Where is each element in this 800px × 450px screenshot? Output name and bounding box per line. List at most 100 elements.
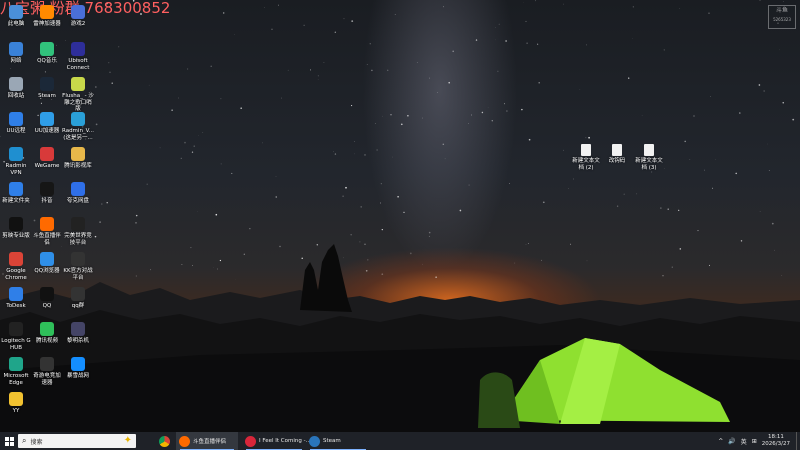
taskbar-app-steam[interactable]: Steam	[306, 432, 370, 450]
tray-overflow-chevron[interactable]: ^	[718, 438, 723, 445]
desktop-icon-label: 奇游电竞加速器	[33, 373, 61, 386]
quark-icon	[71, 182, 85, 196]
leishen-icon	[40, 5, 54, 19]
douyu-watermark: 斗鱼 5265323	[768, 5, 796, 29]
desktop-icon[interactable]: 游戏2	[62, 5, 94, 28]
taskbar-search-box[interactable]: ⌕ 搜索 ✦	[18, 434, 136, 448]
desktop-icon[interactable]: YY	[0, 392, 32, 415]
desktop-icon-label: WeGame	[34, 163, 60, 169]
taskbar-app-chrome[interactable]	[156, 432, 176, 450]
desktop-icon[interactable]: Google Chrome	[0, 252, 32, 281]
desktop-icon[interactable]: Radmin VPN	[0, 147, 32, 176]
taskbar-app-douyu[interactable]: 斗鱼直播伴侣	[176, 432, 238, 450]
start-button[interactable]	[0, 432, 18, 450]
desktop-icon[interactable]: 完美世界竞技平台	[62, 217, 94, 246]
desktop-icon-label: Steam	[38, 93, 56, 99]
text-file-icon	[612, 144, 622, 156]
uu-remote-icon	[9, 112, 23, 126]
folder-icon	[71, 287, 85, 301]
desktop-icon[interactable]: 新建文件夹	[0, 182, 32, 205]
desktop-icon-label: 腾讯影视库	[64, 163, 92, 169]
desktop-icon[interactable]: 此电脑	[0, 5, 32, 28]
taskbar-app-netease-music[interactable]: I Feel It Coming -...	[242, 432, 311, 450]
desktop-icon[interactable]: QQ	[31, 287, 63, 310]
qq-browser-icon	[40, 252, 54, 266]
taskbar-app-title: I Feel It Coming -...	[259, 438, 311, 444]
desktop-icon-label: 剪映专业版	[2, 233, 30, 239]
desktop-icon[interactable]: Microsoft Edge	[0, 357, 32, 386]
search-highlight-icon: ✦	[123, 435, 132, 446]
desktop-icon-label: QQ浏览器	[34, 268, 60, 274]
computer-icon	[9, 5, 23, 19]
clock-date: 2026/3/27	[761, 441, 790, 447]
desktop-icon[interactable]: 腾讯影视库	[62, 147, 94, 170]
logitech-icon	[9, 322, 23, 336]
desktop-icon-label: KK官方对战平台	[63, 268, 93, 281]
desktop-icon[interactable]: 黎明杀机	[62, 322, 94, 345]
desktop-icon-label: 完美世界竞技平台	[64, 233, 92, 246]
desktop-icon-label: 腾讯视频	[35, 338, 58, 344]
desktop-icon[interactable]: 抖音	[31, 182, 63, 205]
desktop-icon[interactable]: Ubisoft Connect	[62, 42, 94, 71]
desktop-wallpaper	[0, 0, 800, 432]
desktop-icon[interactable]: Steam	[31, 77, 63, 100]
desktop-file[interactable]: 新建文本文档 (3)	[633, 144, 665, 171]
desktop-file[interactable]: 新建文本文档 (2)	[570, 144, 602, 171]
desktop-icon[interactable]: 回收站	[0, 77, 32, 100]
watermark-line2: 5265323	[773, 17, 791, 22]
desktop-icon-label: 此电脑	[7, 21, 25, 27]
desktop-icon-label: UU加速器	[34, 128, 60, 134]
ubisoft-icon	[71, 42, 85, 56]
desktop-icon-label: UU远程	[6, 128, 26, 134]
desktop-icon[interactable]: QQ音乐	[31, 42, 63, 65]
taskbar-app-title: Steam	[323, 438, 341, 444]
desktop-icon-label: 新建文件夹	[2, 198, 30, 204]
desktop-icon[interactable]: 网络	[0, 42, 32, 65]
audio-file-icon	[71, 77, 85, 91]
desktop-icon[interactable]: KK官方对战平台	[62, 252, 94, 281]
desktop-file[interactable]: 改钩码	[601, 144, 633, 165]
folder-icon	[9, 182, 23, 196]
folder-icon	[71, 147, 85, 161]
desktop-icon-label: 网络	[10, 58, 22, 64]
input-method-indicator[interactable]: 英	[741, 437, 747, 446]
desktop-icon-label: QQ音乐	[37, 58, 57, 64]
search-icon: ⌕	[22, 436, 27, 445]
text-file-icon	[581, 144, 591, 156]
desktop-icon[interactable]: Radmin_V... (这是另一...	[62, 112, 94, 141]
desktop-icon[interactable]: 雷神加速器	[31, 5, 63, 28]
desktop-icon[interactable]: QQ浏览器	[31, 252, 63, 275]
chrome-icon	[159, 435, 170, 447]
ime-grid-icon[interactable]: ⊞	[752, 438, 757, 445]
desktop-icon[interactable]: UU加速器	[31, 112, 63, 135]
desktop-icon[interactable]: 夸克网盘	[62, 182, 94, 205]
desktop-icon[interactable]: 暴雪战网	[62, 357, 94, 380]
desktop-icon[interactable]: 剪映专业版	[0, 217, 32, 240]
desktop-icon[interactable]: 奇游电竞加速器	[31, 357, 63, 386]
taskbar-clock[interactable]: 18:11 2026/3/27	[762, 434, 790, 448]
desktop-icon[interactable]: UU远程	[0, 112, 32, 135]
desktop-icon-label: 黎明杀机	[66, 338, 89, 344]
desktop-icon[interactable]: Logitech G HUB	[0, 322, 32, 351]
desktop-icon-label: 抖音	[41, 198, 53, 204]
taskbar-app-title: 斗鱼直播伴侣	[193, 439, 227, 445]
volume-icon[interactable]: 🔊	[728, 438, 735, 445]
perfectworld-icon	[71, 217, 85, 231]
folder-icon	[71, 5, 85, 19]
desktop-icon[interactable]: WeGame	[31, 147, 63, 170]
desktop-icon[interactable]: 斗鱼直播伴侣	[31, 217, 63, 246]
show-desktop-button[interactable]	[796, 432, 800, 450]
desktop-icon-label: 回收站	[7, 93, 25, 99]
desktop-icon-label: Logitech G HUB	[1, 338, 31, 351]
desktop-icon-label: Microsoft Edge	[3, 373, 29, 386]
yy-icon	[9, 392, 23, 406]
system-tray: ^ 🔊 英 ⊞ 18:11 2026/3/27	[716, 432, 800, 450]
desktop-icon-label: Flusha_ - 沙雕之歌口哨版	[62, 93, 94, 112]
desktop-icon[interactable]: Flusha_ - 沙雕之歌口哨版	[62, 77, 94, 113]
desktop-icon-label: Radmin VPN	[5, 163, 27, 176]
desktop-icon[interactable]: ToDesk	[0, 287, 32, 310]
desktop-icon-label: 暴雪战网	[66, 373, 89, 379]
radmin-icon	[71, 112, 85, 126]
desktop-icon[interactable]: qq群	[62, 287, 94, 310]
desktop-icon[interactable]: 腾讯视频	[31, 322, 63, 345]
